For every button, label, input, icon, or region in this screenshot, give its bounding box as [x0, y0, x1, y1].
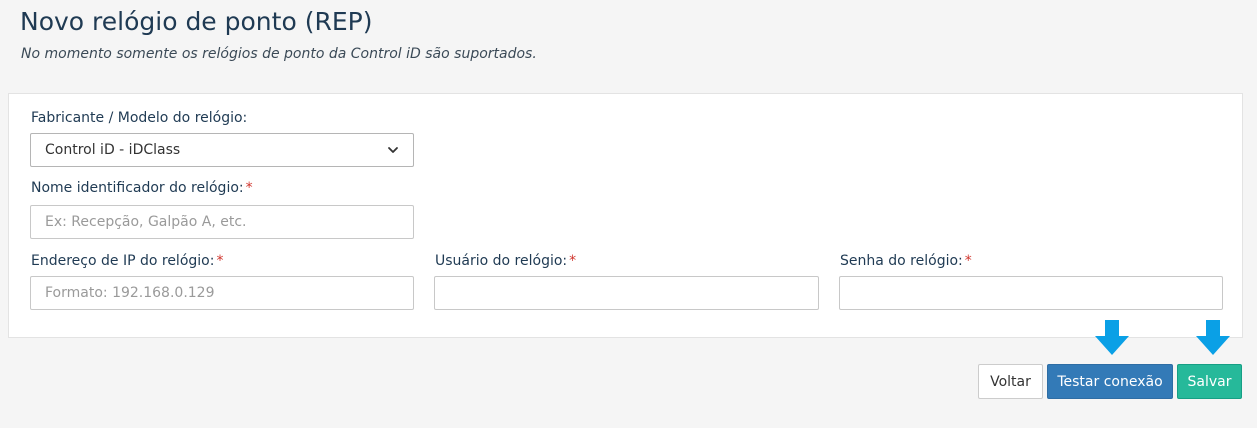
name-label-text: Nome identificador do relógio: [31, 180, 244, 196]
required-mark: * [245, 180, 253, 196]
user-input[interactable] [449, 285, 804, 301]
save-button[interactable]: Salvar [1177, 364, 1242, 399]
name-field[interactable] [30, 205, 414, 239]
required-mark: * [964, 253, 972, 269]
password-label: Senha do relógio: * [840, 253, 972, 269]
page-title: Novo relógio de ponto (REP) [20, 7, 373, 36]
required-mark: * [216, 253, 224, 269]
password-label-text: Senha do relógio: [840, 253, 963, 269]
test-connection-button[interactable]: Testar conexão [1047, 364, 1173, 399]
page-subtitle: No momento somente os relógios de ponto … [21, 46, 537, 62]
form-card: Fabricante / Modelo do relógio: Control … [8, 93, 1243, 338]
user-label-text: Usuário do relógio: [435, 253, 568, 269]
chevron-down-icon [387, 144, 399, 156]
ip-input[interactable] [45, 285, 399, 301]
password-field[interactable] [839, 276, 1223, 310]
password-input[interactable] [854, 285, 1208, 301]
name-label: Nome identificador do relógio: * [31, 180, 253, 196]
model-select-value: Control iD - iDClass [45, 142, 181, 158]
user-label: Usuário do relógio: * [435, 253, 576, 269]
ip-field[interactable] [30, 276, 414, 310]
model-select[interactable]: Control iD - iDClass [30, 133, 414, 167]
back-button[interactable]: Voltar [978, 364, 1043, 399]
name-input[interactable] [45, 214, 399, 230]
ip-label-text: Endereço de IP do relógio: [31, 253, 215, 269]
ip-label: Endereço de IP do relógio: * [31, 253, 223, 269]
arrow-down-icon [1196, 320, 1230, 355]
model-label: Fabricante / Modelo do relógio: [31, 110, 247, 126]
required-mark: * [569, 253, 577, 269]
model-label-text: Fabricante / Modelo do relógio: [31, 110, 248, 126]
user-field[interactable] [434, 276, 819, 310]
arrow-down-icon [1095, 320, 1129, 355]
